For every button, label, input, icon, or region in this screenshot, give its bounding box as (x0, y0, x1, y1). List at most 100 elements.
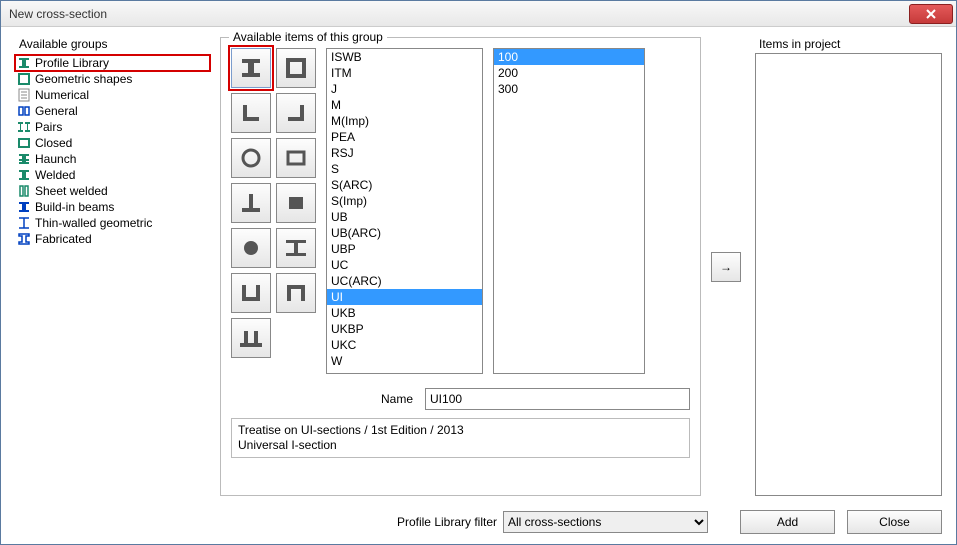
thin-walled-icon (17, 216, 31, 230)
shape-btn-angle-j[interactable] (276, 93, 316, 133)
type-item[interactable]: M (327, 97, 482, 113)
filter-select[interactable]: All cross-sections (503, 511, 708, 533)
haunch-icon (17, 152, 31, 166)
bottom-row: Profile Library filter All cross-section… (15, 510, 942, 534)
shape-button-grid (231, 48, 316, 378)
group-profile-library[interactable]: Profile Library (15, 55, 210, 71)
group-pairs[interactable]: Pairs (15, 119, 210, 135)
i-wide-icon (283, 235, 309, 261)
group-haunch[interactable]: Haunch (15, 151, 210, 167)
rect-solid-icon (283, 190, 309, 216)
type-item[interactable]: UBP (327, 241, 482, 257)
shape-btn-tee[interactable] (231, 183, 271, 223)
size-item[interactable]: 100 (494, 49, 644, 65)
arrow-column: → (711, 37, 745, 496)
items-column: Available items of this group (220, 37, 701, 496)
shape-btn-wide-flange[interactable] (231, 318, 271, 358)
shape-btn-i-beam-wide[interactable] (276, 228, 316, 268)
group-label: Pairs (35, 120, 62, 134)
type-listbox[interactable]: ISWB ITM J M M(Imp) PEA RSJ S S(ARC) S(I… (326, 48, 483, 374)
project-listbox[interactable] (755, 53, 942, 496)
group-numerical[interactable]: Numerical (15, 87, 210, 103)
type-item[interactable]: UC (327, 257, 482, 273)
tee-icon (238, 190, 264, 216)
project-label: Items in project (755, 37, 942, 51)
add-to-project-button[interactable]: → (711, 252, 741, 282)
shape-btn-u-down[interactable] (276, 273, 316, 313)
shape-btn-u-up[interactable] (231, 273, 271, 313)
type-item[interactable]: S(ARC) (327, 177, 482, 193)
window-close-button[interactable] (909, 4, 953, 24)
build-in-icon (17, 200, 31, 214)
group-label: Closed (35, 136, 72, 150)
shape-btn-box[interactable] (276, 48, 316, 88)
type-item[interactable]: UKB (327, 305, 482, 321)
name-input[interactable] (425, 388, 690, 410)
group-welded[interactable]: Welded (15, 167, 210, 183)
add-button[interactable]: Add (740, 510, 835, 534)
info-box: Treatise on UI-sections / 1st Edition / … (231, 418, 690, 458)
group-closed[interactable]: Closed (15, 135, 210, 151)
general-icon (17, 104, 31, 118)
group-general[interactable]: General (15, 103, 210, 119)
group-label: Numerical (35, 88, 89, 102)
type-item[interactable]: M(Imp) (327, 113, 482, 129)
size-item[interactable]: 300 (494, 81, 644, 97)
size-item[interactable]: 200 (494, 65, 644, 81)
type-item[interactable]: ITM (327, 65, 482, 81)
shape-btn-i-beam[interactable] (231, 48, 271, 88)
shape-btn-angle-l[interactable] (231, 93, 271, 133)
name-label: Name (381, 392, 413, 406)
type-item[interactable]: UC(ARC) (327, 273, 482, 289)
type-item[interactable]: J (327, 81, 482, 97)
shape-btn-hollow-circle[interactable] (231, 138, 271, 178)
type-item[interactable]: PEA (327, 129, 482, 145)
group-label: Sheet welded (35, 184, 108, 198)
type-item[interactable]: S(Imp) (327, 193, 482, 209)
main-row: Available groups Profile Library Geometr… (15, 37, 942, 496)
shape-btn-rect-hollow[interactable] (276, 138, 316, 178)
type-item[interactable]: UKC (327, 337, 482, 353)
type-item[interactable]: W (327, 353, 482, 369)
type-item[interactable]: ISWB (327, 49, 482, 65)
group-label: Fabricated (35, 232, 92, 246)
type-item[interactable]: RSJ (327, 145, 482, 161)
group-thin-walled[interactable]: Thin-walled geometric (15, 215, 210, 231)
group-label: Haunch (35, 152, 76, 166)
welded-icon (17, 168, 31, 182)
name-row: Name (231, 388, 690, 410)
items-inner: ISWB ITM J M M(Imp) PEA RSJ S S(ARC) S(I… (231, 48, 690, 378)
type-item[interactable]: UB(ARC) (327, 225, 482, 241)
group-sheet-welded[interactable]: Sheet welded (15, 183, 210, 199)
groups-list: Profile Library Geometric shapes Numeric… (15, 53, 210, 247)
dialog-window: New cross-section Available groups Profi… (0, 0, 957, 545)
type-item[interactable]: UB (327, 209, 482, 225)
shape-btn-rect-solid[interactable] (276, 183, 316, 223)
close-button[interactable]: Close (847, 510, 942, 534)
sheet-welded-icon (17, 184, 31, 198)
rect-hollow-icon (283, 145, 309, 171)
info-line1: Treatise on UI-sections / 1st Edition / … (238, 423, 683, 438)
type-item[interactable]: UI (327, 289, 482, 305)
group-fabricated[interactable]: Fabricated (15, 231, 210, 247)
arrow-right-icon: → (720, 260, 732, 274)
group-label: General (35, 104, 78, 118)
group-label: Thin-walled geometric (35, 216, 152, 230)
shape-btn-solid-circle[interactable] (231, 228, 271, 268)
type-item[interactable]: S (327, 161, 482, 177)
group-geometric-shapes[interactable]: Geometric shapes (15, 71, 210, 87)
groups-column: Available groups Profile Library Geometr… (15, 37, 210, 496)
dialog-content: Available groups Profile Library Geometr… (1, 27, 956, 544)
angle-j-icon (283, 100, 309, 126)
type-item[interactable]: UKBP (327, 321, 482, 337)
hollow-circle-icon (238, 145, 264, 171)
titlebar: New cross-section (1, 1, 956, 27)
filter-label: Profile Library filter (397, 515, 497, 529)
close-icon (926, 9, 936, 19)
i-beam-icon (238, 55, 264, 81)
group-build-in-beams[interactable]: Build-in beams (15, 199, 210, 215)
size-listbox[interactable]: 100 200 300 (493, 48, 645, 374)
u-down-icon (283, 280, 309, 306)
u-up-icon (238, 280, 264, 306)
shapes-icon (17, 72, 31, 86)
